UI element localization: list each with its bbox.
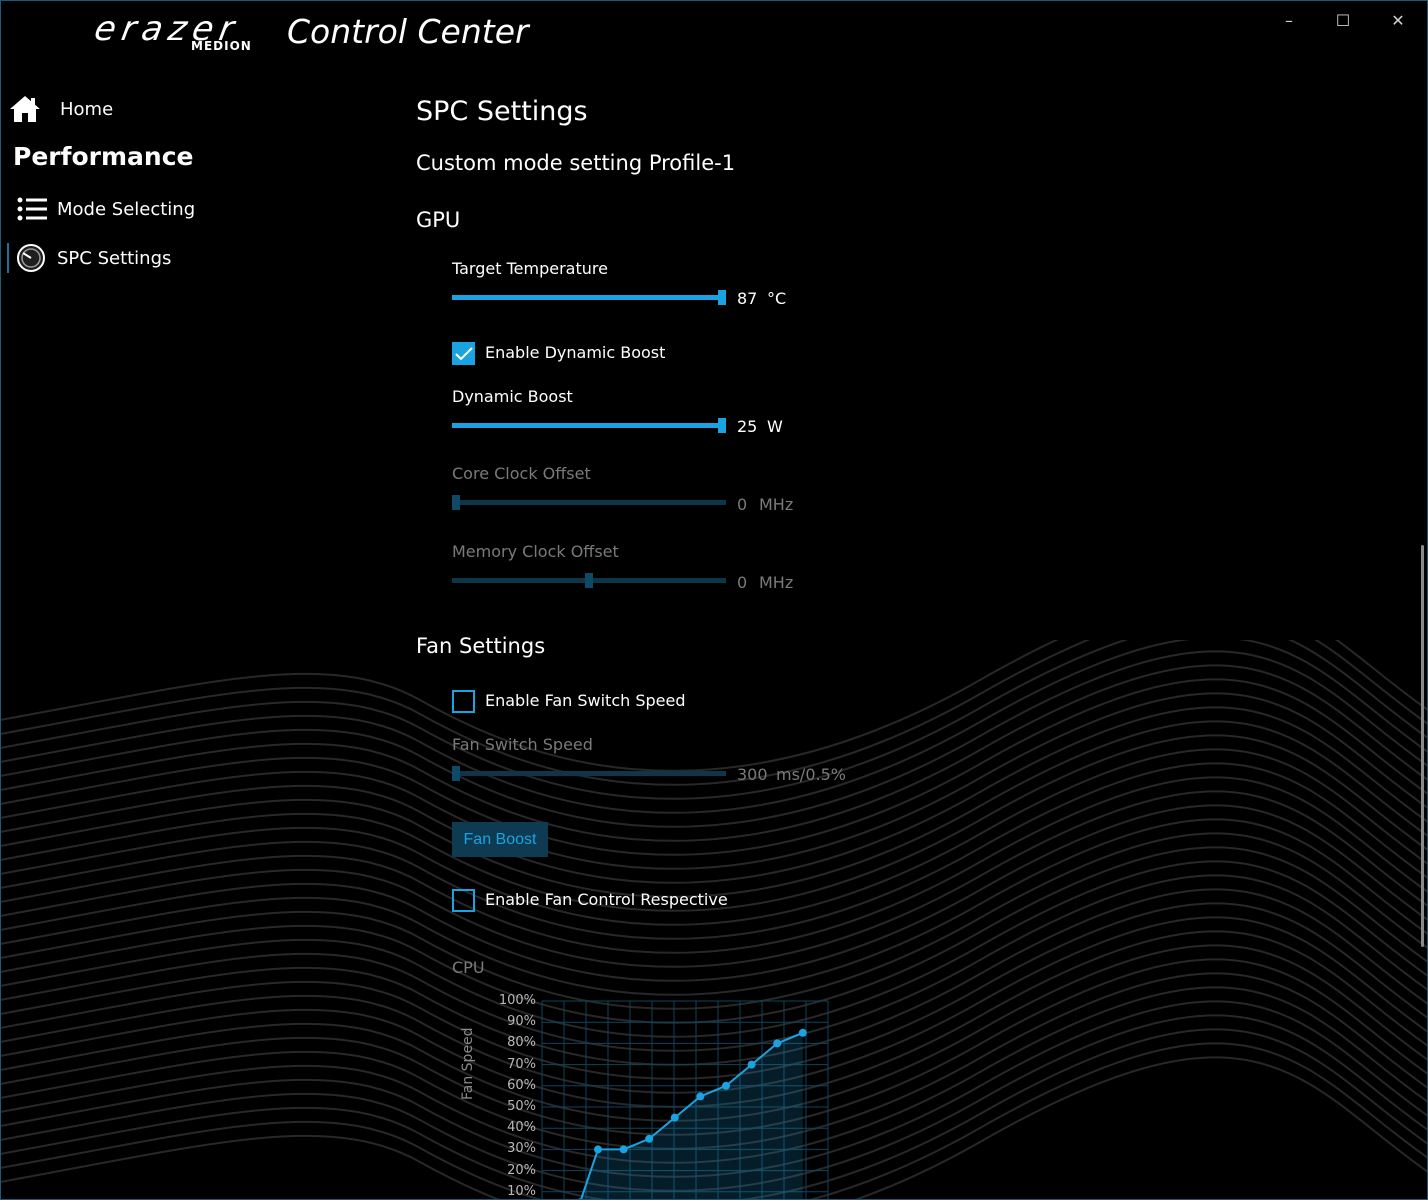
curve-point[interactable] [619,1145,628,1154]
brand-logo: erazer MEDION [91,9,250,53]
slider-thumb[interactable] [452,766,460,781]
curve-point[interactable] [747,1060,756,1069]
page-title: SPC Settings [416,96,588,127]
app-title: Control Center [287,12,529,51]
sidebar-item-label: SPC Settings [57,247,172,269]
cpu-fan-chart: CPU Fan Speed 100% 90% 80% 70% 60% 50% 40% 30% 2… [416,950,876,1200]
slider-fill [452,423,722,428]
dynamic-boost-label: Dynamic Boost [452,387,573,406]
brand-medion: MEDION [191,39,252,53]
enable-fan-switch-speed-label: Enable Fan Switch Speed [485,691,686,710]
maximize-icon: ☐ [1335,10,1351,30]
slider-fill [452,295,722,300]
list-icon [17,197,47,221]
sidebar-item-label: Home [60,98,114,120]
slider-track [452,500,726,505]
sidebar-item-mode-selecting[interactable]: Mode Selecting [16,197,195,221]
enable-fan-control-respective-label: Enable Fan Control Respective [485,890,728,909]
chart-plot [541,1000,829,1200]
minimize-icon: – [1285,10,1293,30]
series-area [580,1032,803,1200]
core-clock-offset-unit: MHz [759,495,794,514]
memory-clock-offset-unit: MHz [759,573,794,592]
core-clock-offset-slider[interactable] [452,495,726,510]
fan-switch-speed-value: 300 [737,765,768,784]
target-temperature-slider[interactable] [452,290,726,305]
core-clock-offset-label: Core Clock Offset [452,464,591,483]
sidebar-section-performance: Performance [13,142,194,171]
slider-track [452,771,726,776]
gauge-icon [17,244,45,272]
memory-clock-offset-slider[interactable] [452,573,726,588]
checkmark-icon [454,346,473,360]
memory-clock-offset-value: 0 [737,573,748,592]
slider-fill [452,578,589,583]
curve-point[interactable] [798,1028,807,1037]
maximize-button[interactable]: ☐ [1331,8,1355,32]
close-button[interactable]: ✕ [1386,8,1410,32]
curve-point[interactable] [645,1134,654,1143]
enable-dynamic-boost-checkbox[interactable] [452,342,475,365]
curve-point[interactable] [773,1039,782,1048]
fan-boost-button[interactable]: Fan Boost [452,822,548,857]
close-icon: ✕ [1391,10,1405,30]
fan-switch-speed-unit: ms/0.5% [776,765,846,784]
home-icon [10,96,40,122]
slider-thumb[interactable] [452,495,460,510]
memory-clock-offset-label: Memory Clock Offset [452,542,619,561]
enable-dynamic-boost-label: Enable Dynamic Boost [485,343,666,362]
fan-switch-speed-label: Fan Switch Speed [452,735,593,754]
sidebar-item-spc-settings[interactable]: SPC Settings [16,243,171,273]
fan-settings-heading: Fan Settings [416,634,546,658]
enable-fan-control-respective-checkbox[interactable] [452,889,475,912]
gpu-heading: GPU [416,208,461,232]
slider-thumb[interactable] [718,418,726,433]
sidebar-item-home[interactable]: Home [8,94,113,124]
dynamic-boost-unit: W [767,417,783,436]
curve-point[interactable] [594,1145,602,1154]
fan-switch-speed-slider[interactable] [452,766,726,781]
target-temperature-unit: °C [767,289,787,308]
target-temperature-label: Target Temperature [452,259,608,278]
minimize-button[interactable]: – [1277,8,1301,32]
dynamic-boost-slider[interactable] [452,418,726,433]
sidebar-item-label: Mode Selecting [57,198,196,220]
dynamic-boost-value: 25 [737,417,758,436]
enable-fan-switch-speed-checkbox[interactable] [452,690,475,713]
selected-indicator [7,243,9,273]
target-temperature-value: 87 [737,289,758,308]
slider-thumb[interactable] [585,573,593,588]
vertical-scrollbar[interactable] [1421,545,1424,947]
curve-point[interactable] [670,1113,679,1122]
core-clock-offset-value: 0 [737,495,748,514]
curve-point[interactable] [722,1081,730,1090]
profile-title: Custom mode setting Profile-1 [416,151,736,175]
curve-point[interactable] [696,1092,705,1101]
slider-thumb[interactable] [718,290,726,305]
